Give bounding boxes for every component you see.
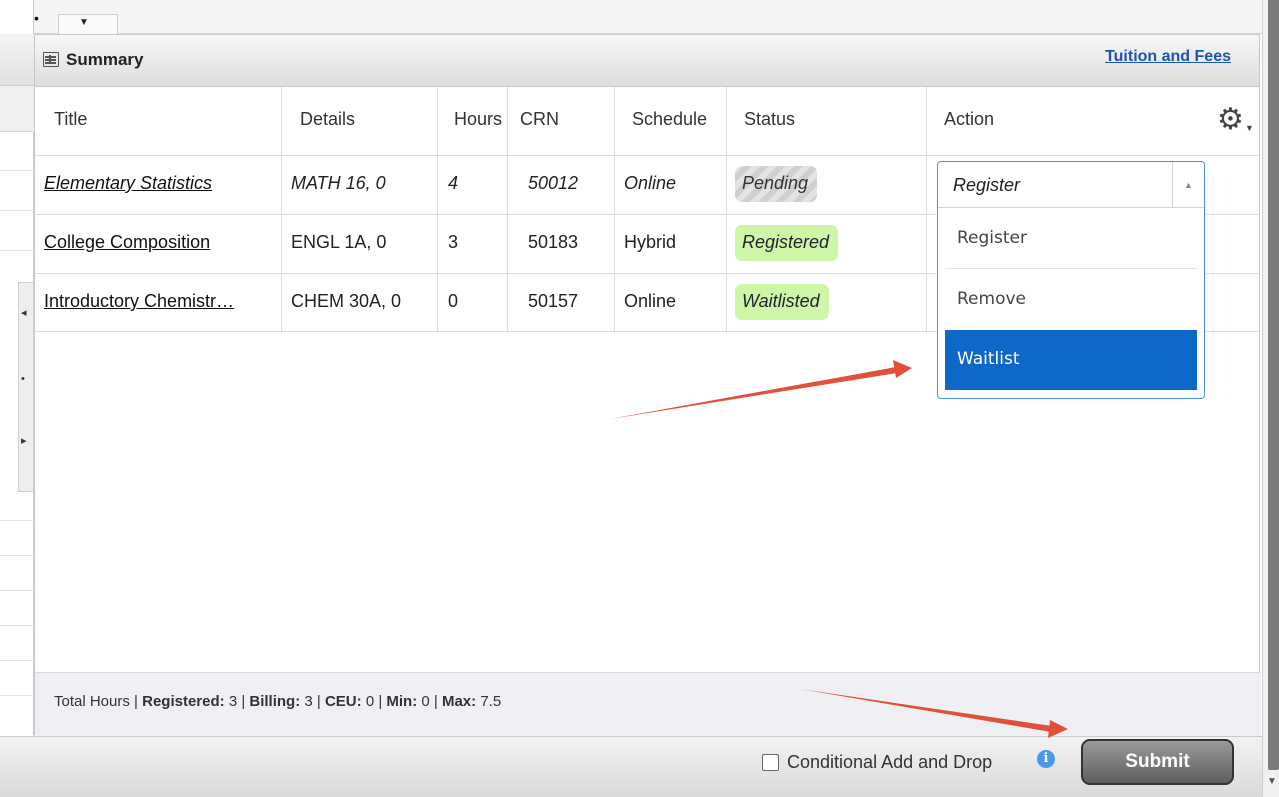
course-title-link[interactable]: Elementary Statistics: [44, 173, 212, 193]
action-select[interactable]: Register ▲ Register Remove Waitlist: [937, 161, 1205, 399]
course-hours: 3: [448, 232, 459, 252]
submit-button[interactable]: Submit: [1081, 739, 1234, 785]
total-hours-text: Total Hours | Registered: 3 | Billing: 3…: [54, 693, 502, 710]
status-badge: Registered: [735, 225, 839, 261]
gear-icon[interactable]: ⚙: [1217, 105, 1244, 135]
action-select-value[interactable]: Register: [938, 162, 1204, 208]
column-header-schedule[interactable]: Schedule: [632, 87, 723, 155]
left-panel-header: [0, 34, 34, 86]
course-details: ENGL 1A, 0: [291, 232, 387, 252]
column-header-crn[interactable]: CRN: [520, 87, 610, 155]
toolbar-dropdown-button[interactable]: ▼: [58, 14, 118, 34]
expand-right-icon[interactable]: ▸: [21, 435, 27, 447]
status-badge: Pending: [735, 166, 818, 202]
course-schedule: Online: [624, 173, 677, 193]
table-icon: [43, 52, 59, 67]
chevron-up-icon[interactable]: ▲: [1172, 162, 1204, 208]
panel-splitter[interactable]: ◂ • ▸: [18, 282, 34, 492]
total-hours-bar: Total Hours | Registered: 3 | Billing: 3…: [35, 672, 1261, 736]
summary-panel: Summary Tuition and Fees Title Details H…: [34, 34, 1261, 736]
tuition-and-fees-link[interactable]: Tuition and Fees: [1105, 48, 1231, 66]
panel-title: Summary: [66, 50, 144, 69]
column-header-hours[interactable]: Hours: [454, 87, 506, 155]
summary-header: Summary Tuition and Fees: [35, 35, 1259, 87]
toolbar-dot-icon: •: [34, 10, 39, 26]
course-hours: 4: [448, 173, 459, 193]
splitter-grip-icon: •: [21, 373, 25, 385]
course-hours: 0: [448, 291, 459, 311]
conditional-add-drop-checkbox[interactable]: [762, 754, 779, 771]
course-title-link[interactable]: Introductory Chemistr…: [44, 291, 234, 311]
course-details: MATH 16, 0: [291, 173, 386, 193]
course-crn: 50012: [528, 173, 579, 193]
column-header-status[interactable]: Status: [744, 87, 914, 155]
course-details: CHEM 30A, 0: [291, 291, 402, 311]
action-option-waitlist[interactable]: Waitlist: [945, 330, 1197, 390]
collapse-left-icon[interactable]: ◂: [21, 307, 27, 319]
column-header-action[interactable]: Action: [944, 87, 1144, 155]
course-title-link[interactable]: College Composition: [44, 232, 210, 252]
top-toolbar: • ▼: [0, 0, 1262, 34]
bottom-action-bar: Conditional Add and Drop i Submit: [0, 736, 1262, 797]
column-header-details[interactable]: Details: [300, 87, 430, 155]
info-icon[interactable]: i: [1037, 750, 1055, 768]
scrollbar-thumb[interactable]: [1268, 0, 1279, 770]
course-schedule: Online: [624, 291, 677, 311]
scroll-down-icon[interactable]: ▼: [1267, 776, 1277, 787]
left-panel-selected-row[interactable]: [0, 86, 34, 132]
action-option-register[interactable]: Register: [945, 209, 1197, 269]
status-badge: Waitlisted: [735, 284, 829, 320]
gear-caret-icon[interactable]: ▼: [1245, 123, 1254, 133]
course-crn: 50157: [528, 291, 579, 311]
course-crn: 50183: [528, 232, 579, 252]
action-option-remove[interactable]: Remove: [945, 270, 1197, 330]
course-schedule: Hybrid: [624, 232, 677, 252]
page-scrollbar[interactable]: ▼: [1262, 0, 1279, 797]
column-header-title[interactable]: Title: [54, 87, 274, 155]
conditional-add-drop-label[interactable]: Conditional Add and Drop: [787, 752, 992, 773]
